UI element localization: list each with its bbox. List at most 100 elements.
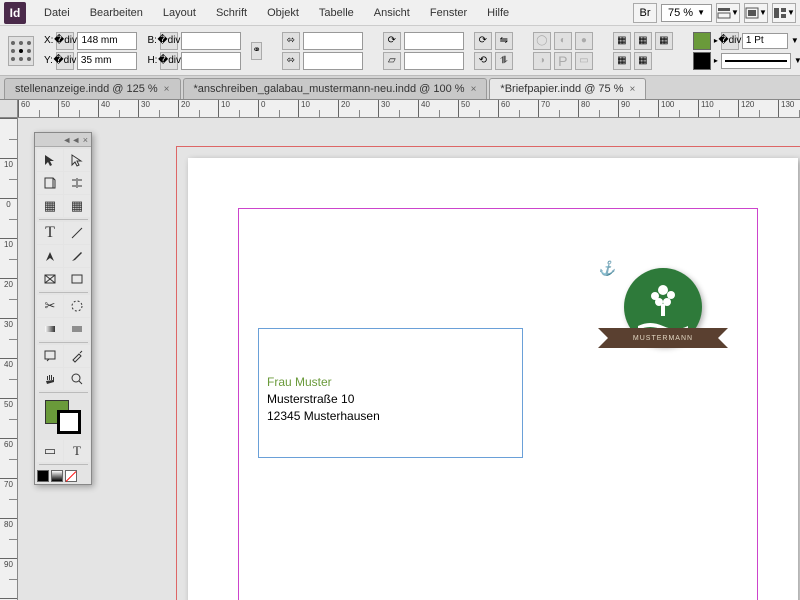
gap-icon [70, 176, 84, 190]
close-icon[interactable]: × [164, 84, 170, 95]
h-input[interactable] [181, 52, 241, 70]
close-icon[interactable]: × [630, 84, 636, 95]
free-transform-tool[interactable] [64, 295, 90, 317]
horizontal-ruler[interactable]: 6050403020100102030405060708090100110120… [18, 100, 800, 118]
w-stepper[interactable]: �div [160, 32, 178, 50]
pencil-tool[interactable] [64, 245, 90, 267]
w-input[interactable] [181, 32, 241, 50]
menu-help[interactable]: Hilfe [477, 3, 519, 23]
page-icon [43, 176, 57, 190]
stroke-weight-input[interactable] [742, 33, 788, 49]
address-text-frame[interactable]: Frau Muster Musterstraße 10 12345 Muster… [258, 328, 523, 458]
selection-tool[interactable] [37, 149, 63, 171]
tab-briefpapier[interactable]: *Briefpapier.indd @ 75 %× [489, 78, 646, 99]
shear-input[interactable] [404, 52, 464, 70]
screen-mode-button[interactable]: ▼ [744, 3, 768, 23]
scale-y-icon: ⬄ [282, 52, 300, 70]
select-prev-button[interactable]: ◐ [554, 32, 572, 50]
menu-object[interactable]: Objekt [257, 3, 309, 23]
tab-anschreiben[interactable]: *anschreiben_galabau_mustermann-neu.indd… [183, 78, 488, 99]
close-icon[interactable]: × [471, 84, 477, 95]
zoom-dropdown[interactable]: 75 % ▼ [661, 4, 712, 22]
wrap-bounding-button[interactable]: ▦ [634, 32, 652, 50]
wrap-shape-button[interactable]: ▦ [655, 32, 673, 50]
content-placer-tool[interactable]: ▦ [64, 195, 90, 217]
x-stepper[interactable]: �div [56, 32, 74, 50]
ruler-origin[interactable] [0, 100, 18, 118]
wrap-jump-next-button[interactable]: ▦ [634, 52, 652, 70]
control-panel: X:�div Y:�div B:�div H:�div ⚭ ⬄ ⬄ ⟳ ▱ ⟳⇋… [0, 26, 800, 76]
document-canvas[interactable]: Frau Muster Musterstraße 10 12345 Muster… [18, 118, 800, 600]
scissors-tool[interactable]: ✂ [37, 295, 63, 317]
page-tool[interactable] [37, 172, 63, 194]
formatting-container-button[interactable]: ▭ [37, 440, 63, 462]
eyedropper-icon [70, 349, 84, 363]
gradient-swatch-tool[interactable] [37, 318, 63, 340]
vertical-ruler[interactable]: 100102030405060708090100110120130140 [0, 118, 18, 600]
constrain-proportions-button[interactable]: ⚭ [251, 42, 261, 60]
line-icon [70, 226, 84, 240]
chevron-down-icon: ▼ [787, 8, 795, 17]
menu-table[interactable]: Tabelle [309, 3, 364, 23]
stroke-color-swatch[interactable] [57, 410, 81, 434]
apply-gradient-button[interactable] [51, 470, 63, 482]
arrange-icon [773, 7, 787, 19]
document-tabs: stellenanzeige.indd @ 125 %× *anschreibe… [0, 76, 800, 100]
rectangle-frame-tool[interactable] [37, 268, 63, 290]
rotate-input[interactable] [404, 32, 464, 50]
paragraph-style-button[interactable]: P [554, 52, 572, 70]
apply-none-button[interactable] [65, 470, 77, 482]
apply-color-button[interactable] [37, 470, 49, 482]
flip-v-button[interactable]: ⥮ [495, 52, 513, 70]
zoom-tool[interactable] [64, 368, 90, 390]
wrap-jump-button[interactable]: ▦ [613, 52, 631, 70]
scale-x-icon: ⬄ [282, 32, 300, 50]
logo-frame[interactable]: MUSTERMANN [608, 268, 718, 368]
content-collector-tool[interactable]: ▦ [37, 195, 63, 217]
scale-x-input[interactable] [303, 32, 363, 50]
note-tool[interactable] [37, 345, 63, 367]
hand-icon [43, 372, 57, 386]
direct-selection-tool[interactable] [64, 149, 90, 171]
arrange-button[interactable]: ▼ [772, 3, 796, 23]
reference-point-selector[interactable] [8, 36, 34, 66]
type-tool[interactable]: T [37, 222, 63, 244]
x-input[interactable] [77, 32, 137, 50]
fill-swatch[interactable] [693, 32, 711, 50]
gradient-feather-tool[interactable] [64, 318, 90, 340]
toolbox-color-swatches[interactable] [35, 396, 91, 438]
tab-stellenanzeige[interactable]: stellenanzeige.indd @ 125 %× [4, 78, 181, 99]
menu-type[interactable]: Schrift [206, 3, 257, 23]
toolbox: ◄◄ × ▦ ▦ T ✂ ▭ T [34, 132, 92, 485]
rotate-ccw-button[interactable]: ⟲ [474, 52, 492, 70]
formatting-text-button[interactable]: T [64, 440, 90, 462]
bridge-button[interactable]: Br [633, 3, 657, 23]
menu-file[interactable]: Datei [34, 3, 80, 23]
menu-view[interactable]: Ansicht [364, 3, 420, 23]
scale-y-input[interactable] [303, 52, 363, 70]
select-next-button[interactable]: ◑ [533, 52, 551, 70]
h-stepper[interactable]: �div [160, 52, 178, 70]
menu-window[interactable]: Fenster [420, 3, 477, 23]
eyedropper-tool[interactable] [64, 345, 90, 367]
menu-edit[interactable]: Bearbeiten [80, 3, 153, 23]
stroke-stepper[interactable]: �div [721, 32, 739, 50]
wrap-none-button[interactable]: ▦ [613, 32, 631, 50]
rotate-icon: ⟳ [383, 32, 401, 50]
rotate-cw-button[interactable]: ⟳ [474, 32, 492, 50]
view-options-button[interactable]: ▼ [716, 3, 740, 23]
pen-tool[interactable] [37, 245, 63, 267]
menu-layout[interactable]: Layout [153, 3, 206, 23]
flip-h-button[interactable]: ⇋ [495, 32, 513, 50]
select-content-button[interactable]: ● [575, 32, 593, 50]
gap-tool[interactable] [64, 172, 90, 194]
toolbox-header[interactable]: ◄◄ × [35, 133, 91, 147]
y-input[interactable] [77, 52, 137, 70]
select-container-button[interactable]: ◯ [533, 32, 551, 50]
hand-tool[interactable] [37, 368, 63, 390]
rectangle-tool[interactable] [64, 268, 90, 290]
line-tool[interactable] [64, 222, 90, 244]
stroke-swatch[interactable] [693, 52, 711, 70]
stroke-style-dropdown[interactable] [721, 53, 791, 69]
y-stepper[interactable]: �div [56, 52, 74, 70]
